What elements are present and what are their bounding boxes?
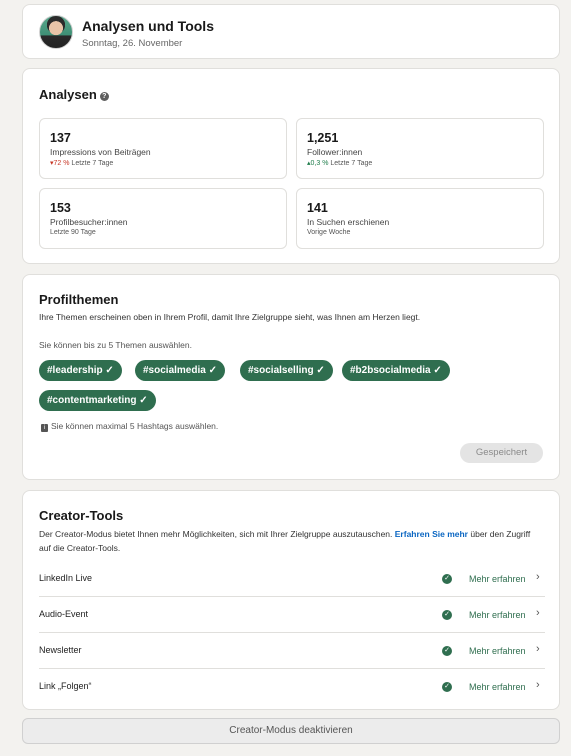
analytics-title-text: Analysen [39, 87, 97, 102]
topic-chip-contentmarketing[interactable]: #contentmarketing ✓ [39, 390, 156, 411]
tool-name: Newsletter [39, 645, 82, 655]
hashtag-limit-info: i Sie können maximal 5 Hashtags auswählen… [41, 421, 218, 432]
metric-label: Follower:innen [307, 147, 363, 157]
tool-row-audio-event[interactable]: Audio-Event ✓ Mehr erfahren › [39, 597, 545, 633]
metric-value: 141 [307, 201, 328, 215]
topic-chip-socialmedia[interactable]: #socialmedia ✓ [135, 360, 225, 381]
analytics-title: Analysen? [39, 87, 109, 102]
check-circle-icon: ✓ [442, 682, 452, 692]
tool-row-linkedin-live[interactable]: LinkedIn Live ✓ Mehr erfahren › [39, 561, 545, 597]
check-circle-icon: ✓ [442, 646, 452, 656]
topic-chip-b2bsocialmedia[interactable]: #b2bsocialmedia ✓ [342, 360, 450, 381]
metric-value: 153 [50, 201, 71, 215]
trend-down-change: ▾72 % [50, 160, 70, 167]
avatar[interactable] [39, 15, 73, 49]
metric-value: 1,251 [307, 131, 339, 145]
creator-tools-card: Creator-Tools Der Creator-Modus bietet I… [22, 490, 560, 710]
metric-search-appearances[interactable]: 141 In Suchen erschienen Vorige Woche [296, 188, 544, 249]
tool-row-newsletter[interactable]: Newsletter ✓ Mehr erfahren › [39, 633, 545, 669]
learn-more-link[interactable]: Mehr erfahren [469, 574, 526, 584]
tool-name: Link „Folgen“ [39, 681, 92, 691]
metric-label: Impressions von Beiträgen [50, 147, 151, 157]
metric-period: Letzte 7 Tage [330, 160, 373, 167]
learn-more-link[interactable]: Erfahren Sie mehr [395, 529, 468, 539]
topics-title: Profilthemen [39, 292, 119, 307]
metric-period: Vorige Woche [307, 229, 351, 236]
topic-chip-leadership[interactable]: #leadership ✓ [39, 360, 122, 381]
learn-more-link[interactable]: Mehr erfahren [469, 682, 526, 692]
check-circle-icon: ✓ [442, 574, 452, 584]
learn-more-link[interactable]: Mehr erfahren [469, 646, 526, 656]
metric-impressions[interactable]: 137 Impressions von Beiträgen ▾72 % Letz… [39, 118, 287, 179]
metric-subline: ▾72 % Letzte 7 Tage [50, 159, 113, 167]
chevron-right-icon[interactable]: › [536, 571, 540, 583]
page-title: Analysen und Tools [82, 18, 214, 34]
metric-followers[interactable]: 1,251 Follower:innen ▴0,3 % Letzte 7 Tag… [296, 118, 544, 179]
trend-up-change: ▴0,3 % [307, 160, 329, 167]
check-circle-icon: ✓ [442, 610, 452, 620]
saved-button[interactable]: Gespeichert [460, 443, 543, 463]
tool-name: LinkedIn Live [39, 573, 93, 583]
metric-value: 137 [50, 131, 71, 145]
analytics-card: Analysen? 137 Impressions von Beiträgen … [22, 68, 560, 264]
tool-name: Audio-Event [39, 609, 89, 619]
creator-tools-title: Creator-Tools [39, 508, 124, 523]
metric-label: Profilbesucher:innen [50, 217, 128, 227]
metric-period: Letzte 90 Tage [50, 229, 96, 236]
header-card: Analysen und Tools Sonntag, 26. November [22, 4, 560, 59]
page-date: Sonntag, 26. November [82, 38, 183, 49]
metric-label: In Suchen erschienen [307, 217, 390, 227]
help-icon[interactable]: ? [99, 92, 109, 101]
chevron-right-icon[interactable]: › [536, 643, 540, 655]
learn-more-link[interactable]: Mehr erfahren [469, 610, 526, 620]
metric-profile-visitors[interactable]: 153 Profilbesucher:innen Letzte 90 Tage [39, 188, 287, 249]
topics-description: Ihre Themen erscheinen oben in Ihrem Pro… [39, 312, 421, 322]
topics-limit-hint: Sie können bis zu 5 Themen auswählen. [39, 340, 192, 350]
creator-tools-description: Der Creator-Modus bietet Ihnen mehr Mögl… [39, 527, 539, 555]
metric-subline: ▴0,3 % Letzte 7 Tage [307, 159, 372, 167]
chevron-right-icon[interactable]: › [536, 679, 540, 691]
tool-row-follow-link[interactable]: Link „Folgen“ ✓ Mehr erfahren › [39, 669, 545, 705]
chevron-right-icon[interactable]: › [536, 607, 540, 619]
topics-card: Profilthemen Ihre Themen erscheinen oben… [22, 274, 560, 480]
topic-chip-socialselling[interactable]: #socialselling ✓ [240, 360, 333, 381]
hashtag-limit-text: Sie können maximal 5 Hashtags auswählen. [51, 421, 219, 431]
deactivate-creator-mode-button[interactable]: Creator-Modus deaktivieren [22, 718, 560, 744]
creator-desc-before: Der Creator-Modus bietet Ihnen mehr Mögl… [39, 529, 395, 539]
info-icon: i [41, 424, 48, 432]
metric-period: Letzte 7 Tage [71, 160, 114, 167]
